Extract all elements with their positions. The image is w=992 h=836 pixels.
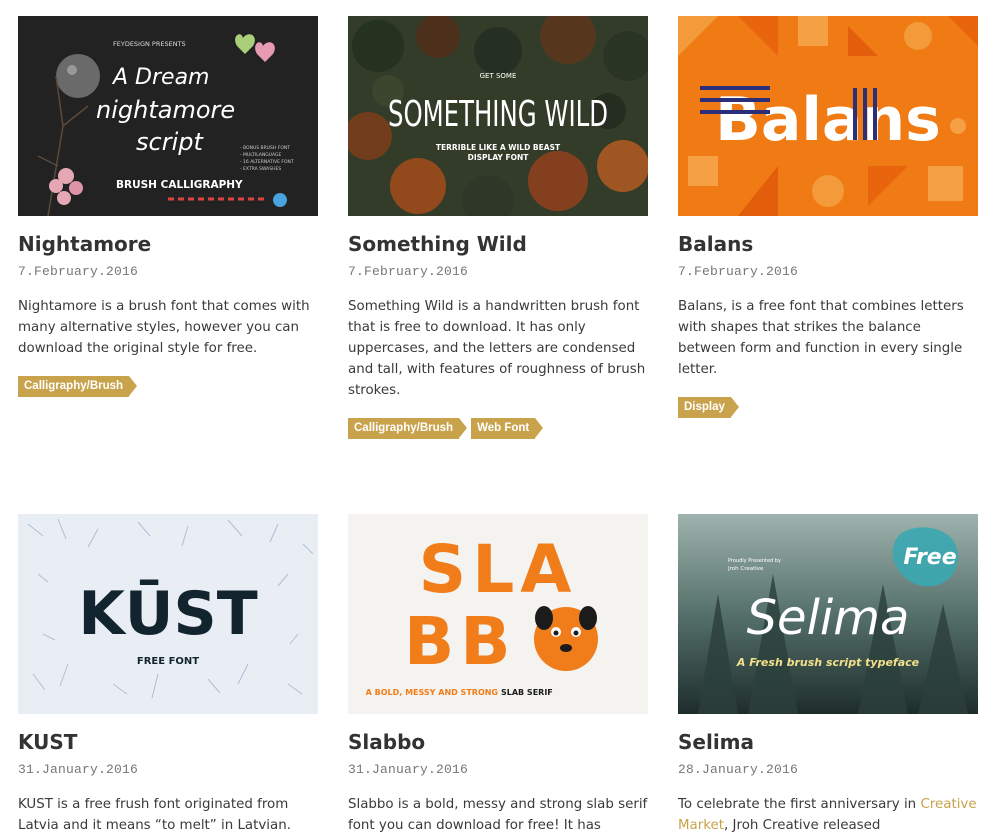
post-thumbnail[interactable]: FEYDESIGN PRESENTS A Dream nightamore sc…: [18, 16, 318, 216]
post-date: 7.February.2016: [18, 264, 139, 279]
svg-text:FREE FONT: FREE FONT: [137, 656, 199, 667]
svg-text:script: script: [136, 128, 204, 156]
svg-text:A Dream: A Dream: [111, 65, 209, 90]
svg-text:- EXTRA SWASHES: - EXTRA SWASHES: [240, 166, 281, 172]
svg-text:TERRIBLE LIKE A WILD BEAST: TERRIBLE LIKE A WILD BEAST: [436, 143, 561, 152]
svg-text:- MULTILANGUAGE: - MULTILANGUAGE: [240, 152, 282, 158]
svg-text:Selima: Selima: [747, 590, 910, 646]
post-description: Balans, is a free font that combines let…: [678, 299, 964, 377]
tag-list: Calligraphy/Brush Web Font: [348, 418, 544, 439]
tag-list: Display: [678, 397, 739, 418]
post-description: Nightamore is a brush font that comes wi…: [18, 299, 310, 356]
description-text: , Jroh Creative released: [724, 818, 881, 833]
svg-text:BRUSH CALLIGRAPHY: BRUSH CALLIGRAPHY: [116, 179, 243, 191]
post-card: FEYDESIGN PRESENTS A Dream nightamore sc…: [18, 16, 318, 397]
svg-text:SOMETHING WILD: SOMETHING WILD: [388, 94, 608, 135]
svg-text:A Fresh brush script typeface: A Fresh brush script typeface: [736, 656, 920, 669]
post-thumbnail[interactable]: Balans: [678, 16, 978, 216]
post-thumbnail[interactable]: Free Proudly Presented by Jroh Creative …: [678, 514, 978, 714]
svg-text:SLAB SERIF: SLAB SERIF: [501, 688, 553, 697]
tag-calligraphy-brush[interactable]: Calligraphy/Brush: [18, 376, 138, 397]
post-date: 31.January.2016: [18, 762, 139, 777]
post-card: Balans Balans 7.February.2016 Balans, is…: [678, 16, 978, 418]
post-card: SLA BB A BOLD, MESSY AND STRONG SLAB SER…: [348, 514, 648, 833]
post-date: 28.January.2016: [678, 762, 799, 777]
svg-text:- 16 ALTERNATIVE FONT: - 16 ALTERNATIVE FONT: [240, 159, 294, 165]
tag-list: Calligraphy/Brush: [18, 376, 138, 397]
tag-calligraphy-brush[interactable]: Calligraphy/Brush: [348, 418, 468, 439]
post-thumbnail[interactable]: SLA BB A BOLD, MESSY AND STRONG SLAB SER…: [348, 514, 648, 714]
tag-web-font[interactable]: Web Font: [471, 418, 544, 439]
svg-text:BB: BB: [404, 603, 517, 680]
post-title[interactable]: Nightamore: [18, 232, 151, 256]
svg-text:nightamore: nightamore: [96, 96, 235, 124]
post-card: KŪST FREE FONT KUST 31.January.2016 KUST…: [18, 514, 318, 833]
post-date: 7.February.2016: [348, 264, 469, 279]
svg-text:KŪST: KŪST: [78, 578, 257, 649]
post-title[interactable]: Slabbo: [348, 730, 425, 754]
svg-text:A BOLD, MESSY AND STRONG: A BOLD, MESSY AND STRONG: [366, 688, 498, 697]
svg-text:- BONUS BRUSH FONT: - BONUS BRUSH FONT: [240, 145, 290, 151]
post-description: KUST is a free frush font originated fro…: [18, 797, 291, 833]
post-thumbnail[interactable]: KŪST FREE FONT: [18, 514, 318, 714]
post-card: GET SOME SOMETHING WILD TERRIBLE LIKE A …: [348, 16, 648, 439]
description-text: To celebrate the first anniversary in: [678, 797, 917, 812]
post-title[interactable]: Selima: [678, 730, 754, 754]
svg-text:Proudly Presented by: Proudly Presented by: [728, 558, 781, 564]
tag-display[interactable]: Display: [678, 397, 739, 418]
post-description: To celebrate the first anniversary in Cr…: [678, 794, 978, 836]
svg-text:SLA: SLA: [419, 531, 578, 608]
post-card: Free Proudly Presented by Jroh Creative …: [678, 514, 978, 833]
svg-text:DISPLAY FONT: DISPLAY FONT: [468, 153, 530, 162]
svg-text:Free: Free: [903, 545, 956, 570]
post-date: 7.February.2016: [678, 264, 799, 279]
svg-text:Jroh Creative: Jroh Creative: [727, 566, 764, 572]
post-title[interactable]: Something Wild: [348, 232, 527, 256]
post-date: 31.January.2016: [348, 762, 469, 777]
thumb-presents: FEYDESIGN PRESENTS: [113, 40, 186, 48]
post-description: Slabbo is a bold, messy and strong slab …: [348, 797, 648, 833]
post-description: Something Wild is a handwritten brush fo…: [348, 299, 646, 398]
post-thumbnail[interactable]: GET SOME SOMETHING WILD TERRIBLE LIKE A …: [348, 16, 648, 216]
svg-text:GET SOME: GET SOME: [480, 72, 517, 80]
post-title[interactable]: KUST: [18, 730, 77, 754]
post-title[interactable]: Balans: [678, 232, 753, 256]
svg-text:Balans: Balans: [715, 85, 941, 155]
